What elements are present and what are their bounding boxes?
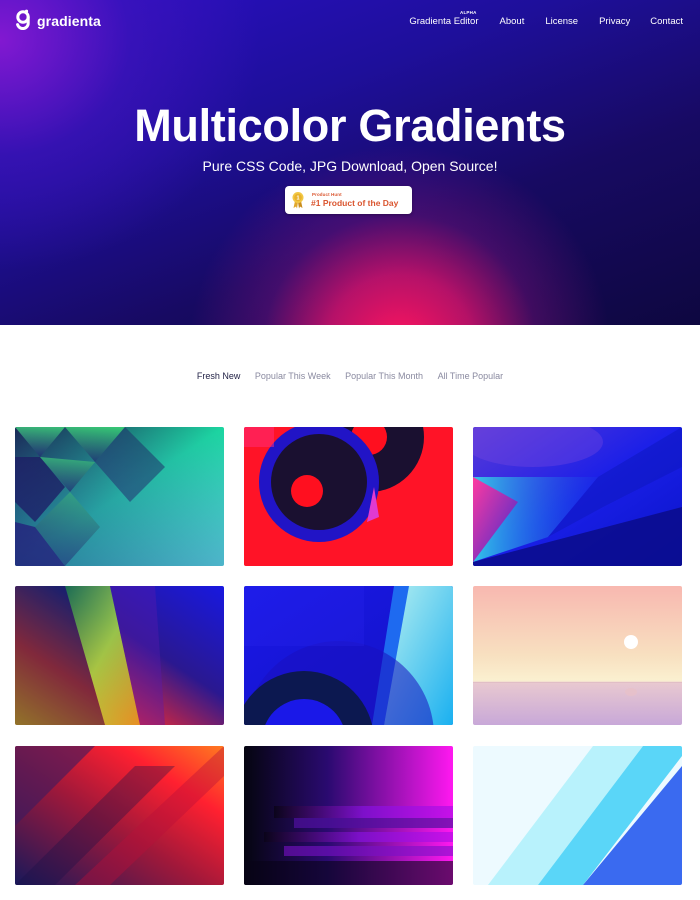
nav-link-privacy[interactable]: Privacy [599, 16, 630, 27]
gradient-preview [244, 427, 453, 566]
hero-section: gradienta Gradienta Editor ALPHA About L… [0, 0, 700, 325]
tab-fresh-new[interactable]: Fresh New [197, 371, 241, 381]
hero-subtitle: Pure CSS Code, JPG Download, Open Source… [202, 158, 498, 174]
gradient-card[interactable] [473, 586, 682, 725]
logo-text: gradienta [37, 13, 101, 29]
gradient-preview [473, 427, 682, 566]
svg-text:1: 1 [296, 196, 299, 202]
tab-popular-this-month[interactable]: Popular This Month [345, 371, 423, 381]
nav-link-editor[interactable]: Gradienta Editor ALPHA [409, 10, 479, 27]
gradient-card[interactable] [473, 427, 682, 566]
gradient-preview [15, 586, 224, 725]
tab-popular-this-week[interactable]: Popular This Week [255, 371, 331, 381]
gradient-preview [244, 586, 453, 725]
nav-link-editor-label: Gradienta Editor [409, 16, 479, 27]
tab-all-time-popular[interactable]: All Time Popular [438, 371, 504, 381]
gradient-preview [473, 586, 682, 725]
nav-link-about[interactable]: About [500, 16, 525, 27]
hero-title: Multicolor Gradients [134, 100, 566, 151]
medal-icon: 1 [292, 192, 304, 209]
filter-tabs: Fresh New Popular This Week Popular This… [0, 371, 700, 381]
nav-links: Gradienta Editor ALPHA About License Pri… [409, 10, 683, 27]
badge-caption: Product Hunt [312, 192, 342, 197]
product-hunt-badge[interactable]: 1 Product Hunt #1 Product of the Day [285, 186, 412, 214]
nav-link-license[interactable]: License [545, 16, 578, 27]
gradient-card[interactable] [244, 746, 453, 885]
alpha-badge: ALPHA [460, 10, 477, 15]
gradient-preview [244, 746, 453, 885]
gradient-card[interactable] [15, 586, 224, 725]
badge-title: #1 Product of the Day [311, 198, 399, 208]
logo-g-icon [16, 9, 30, 31]
gradient-card[interactable] [473, 746, 682, 885]
top-nav: gradienta Gradienta Editor ALPHA About L… [0, 0, 700, 42]
nav-link-contact[interactable]: Contact [650, 16, 683, 27]
gradient-card[interactable] [15, 427, 224, 566]
gradient-card[interactable] [244, 427, 453, 566]
gradient-preview [15, 427, 224, 566]
gradient-card[interactable] [244, 586, 453, 725]
gradient-preview [15, 746, 224, 885]
gradient-preview [473, 746, 682, 885]
gradient-card[interactable] [15, 746, 224, 885]
logo[interactable]: gradienta [14, 9, 101, 33]
